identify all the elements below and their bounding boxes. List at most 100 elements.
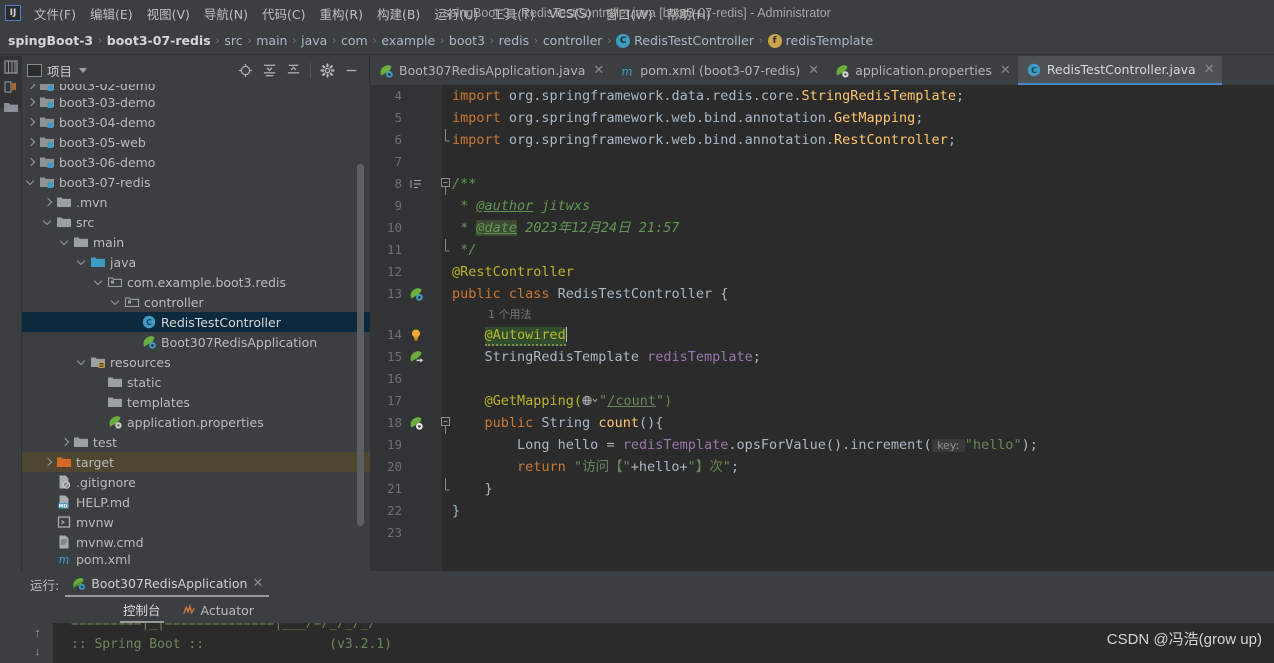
tree-item-pom-xml[interactable]: m pom.xml — [22, 552, 370, 566]
chevron-right-icon[interactable] — [26, 117, 37, 128]
scroll-up-icon[interactable]: ↑ — [34, 625, 41, 640]
chevron-down-icon[interactable] — [77, 257, 88, 268]
settings-gear-icon[interactable] — [320, 62, 335, 78]
menu-file[interactable]: 文件(F) — [27, 1, 83, 26]
breadcrumb-item[interactable]: boot3-07-redis — [107, 33, 211, 48]
project-tree-scrollbar[interactable] — [357, 164, 364, 526]
chevron-right-icon[interactable] — [26, 84, 37, 91]
code-content[interactable]: 4 import org.springframework.data.redis.c… — [370, 85, 1274, 571]
chevron-down-icon[interactable] — [26, 177, 37, 188]
chevron-down-icon[interactable] — [79, 67, 88, 73]
project-view-icon[interactable] — [3, 59, 19, 75]
tree-item-target[interactable]: target — [22, 452, 370, 472]
chevron-right-icon[interactable] — [26, 157, 37, 168]
tree-item-boot3-04-demo[interactable]: boot3-04-demo — [22, 112, 370, 132]
menu-edit[interactable]: 编辑(E) — [83, 1, 140, 26]
menu-vcs[interactable]: VCS(S) — [542, 3, 599, 24]
menu-code[interactable]: 代码(C) — [255, 1, 312, 26]
breadcrumb-item[interactable]: spingBoot-3 — [8, 33, 93, 48]
tree-item-java[interactable]: java — [22, 252, 370, 272]
breadcrumb-item[interactable]: boot3 — [449, 33, 485, 48]
code-line[interactable]: 5 import org.springframework.web.bind.ann… — [370, 107, 1274, 129]
code-line[interactable]: 11 */ — [370, 239, 1274, 261]
tree-item-boot3-02-demo[interactable]: boot3-02-demo — [22, 84, 370, 92]
editor-tab-application-properties[interactable]: application.properties ✕ — [826, 56, 1018, 85]
tree-item-static[interactable]: static — [22, 372, 370, 392]
console-output[interactable]: =========|_|==============|___/=/_/_/_/ … — [53, 623, 1274, 663]
usage-inlay-hint[interactable]: 1 个用法 — [488, 304, 532, 326]
code-line[interactable]: 4 import org.springframework.data.redis.c… — [370, 85, 1274, 107]
chevron-down-icon[interactable] — [77, 357, 88, 368]
tree-item-redistestcontroller[interactable]: C RedisTestController — [22, 312, 370, 332]
breadcrumb-item[interactable]: C RedisTestController — [616, 33, 754, 48]
code-line[interactable]: 18 public String count(){ — [370, 412, 1274, 434]
spring-bean-gutter-icon[interactable] — [408, 286, 424, 302]
code-line[interactable]: 9 * @author jitwxs — [370, 195, 1274, 217]
chevron-down-icon[interactable] — [111, 297, 122, 308]
spring-inject-gutter-icon[interactable] — [408, 349, 424, 365]
menu-window[interactable]: 窗口(W) — [599, 1, 660, 26]
tree-item-mvn[interactable]: .mvn — [22, 192, 370, 212]
code-line[interactable]: 13 public class RedisTestController { — [370, 283, 1274, 305]
tree-item-main[interactable]: main — [22, 232, 370, 252]
tree-item-gitignore[interactable]: .gitignore — [22, 472, 370, 492]
breadcrumb-item[interactable]: f redisTemplate — [767, 33, 873, 48]
code-line[interactable]: 20 return "访问【"+hello+"】次"; — [370, 456, 1274, 478]
chevron-right-icon[interactable] — [43, 197, 54, 208]
spring-mapping-gutter-icon[interactable] — [408, 415, 424, 431]
locate-icon[interactable] — [238, 63, 253, 78]
code-line[interactable]: 17 @GetMapping("/count") — [370, 390, 1274, 412]
code-editor[interactable]: 4 import org.springframework.data.redis.c… — [370, 85, 1274, 571]
code-fold-marker[interactable] — [440, 239, 452, 261]
tree-item-boot3-05-web[interactable]: boot3-05-web — [22, 132, 370, 152]
collapse-all-icon[interactable] — [286, 63, 301, 78]
doc-icon-gutter-icon[interactable] — [408, 176, 424, 192]
code-line[interactable]: 22} — [370, 500, 1274, 522]
code-fold-marker[interactable] — [440, 129, 452, 151]
hide-panel-icon[interactable] — [344, 63, 359, 78]
tree-item-boot3-03-demo[interactable]: boot3-03-demo — [22, 92, 370, 112]
tree-item-mvnw-cmd[interactable]: mvnw.cmd — [22, 532, 370, 552]
menu-help[interactable]: 帮助(H) — [660, 1, 718, 26]
breadcrumb-item[interactable]: controller — [543, 33, 603, 48]
tree-item-test[interactable]: test — [22, 432, 370, 452]
code-line[interactable]: 15 StringRedisTemplate redisTemplate; — [370, 346, 1274, 368]
menu-view[interactable]: 视图(V) — [140, 1, 197, 26]
menu-tools[interactable]: 工具(T) — [485, 1, 541, 26]
tree-item-com-example-boot3-redis[interactable]: com.example.boot3.redis — [22, 272, 370, 292]
breadcrumb-item[interactable]: com — [341, 33, 368, 48]
breadcrumb-item[interactable]: example — [381, 33, 435, 48]
tree-item-boot3-07-redis[interactable]: boot3-07-redis — [22, 172, 370, 192]
chevron-right-icon[interactable] — [60, 437, 71, 448]
editor-tab-pom-xml-boot3-07-redis[interactable]: m pom.xml (boot3-07-redis) ✕ — [611, 56, 826, 85]
close-icon[interactable]: ✕ — [808, 63, 819, 78]
menu-run[interactable]: 运行(U) — [427, 1, 485, 26]
bulb-gutter-icon[interactable] — [408, 327, 424, 343]
expand-all-icon[interactable] — [262, 63, 277, 78]
chevron-right-icon[interactable] — [26, 97, 37, 108]
tree-item-boot3-06-demo[interactable]: boot3-06-demo — [22, 152, 370, 172]
tree-item-templates[interactable]: templates — [22, 392, 370, 412]
scroll-down-icon[interactable]: ↓ — [35, 646, 41, 658]
code-line[interactable]: 23 — [370, 522, 1274, 544]
breadcrumb-item[interactable]: main — [256, 33, 287, 48]
code-line[interactable]: 6 import org.springframework.web.bind.ann… — [370, 129, 1274, 151]
chevron-right-icon[interactable] — [43, 457, 54, 468]
close-icon[interactable]: ✕ — [593, 63, 604, 78]
breadcrumb-item[interactable]: src — [224, 33, 242, 48]
code-line[interactable]: 10 * @date 2023年12月24日 21:57 — [370, 217, 1274, 239]
chevron-right-icon[interactable] — [26, 137, 37, 148]
code-line[interactable]: 7 — [370, 151, 1274, 173]
code-fold-marker[interactable] — [440, 478, 452, 500]
editor-tab-boot307redisapplication-java[interactable]: Boot307RedisApplication.java ✕ — [370, 56, 611, 85]
code-line[interactable]: 14 @Autowired — [370, 324, 1274, 346]
code-line[interactable]: 1 个用法 — [370, 305, 1274, 324]
folder-strip-icon[interactable] — [3, 99, 19, 115]
chevron-down-icon[interactable] — [94, 277, 105, 288]
tree-item-help-md[interactable]: MD HELP.md — [22, 492, 370, 512]
tree-item-src[interactable]: src — [22, 212, 370, 232]
code-line[interactable]: 21 } — [370, 478, 1274, 500]
run-config-tab[interactable]: Boot307RedisApplication ✕ — [65, 571, 270, 597]
tree-item-controller[interactable]: controller — [22, 292, 370, 312]
code-line[interactable]: 19 Long hello = redisTemplate.opsForValu… — [370, 434, 1274, 456]
